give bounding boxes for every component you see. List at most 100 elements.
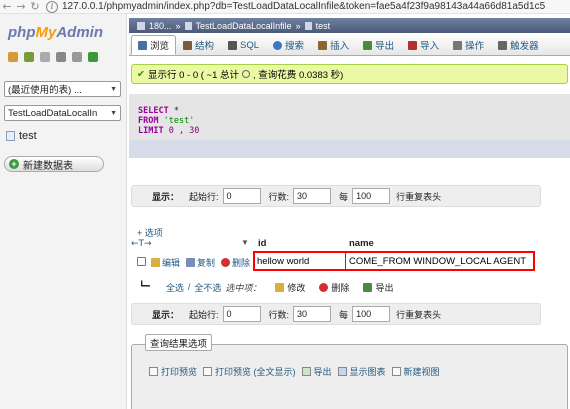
sql-icon xyxy=(228,40,238,50)
printer-icon xyxy=(149,367,158,376)
info-icon[interactable] xyxy=(242,70,251,78)
highlight-box xyxy=(253,251,535,271)
tab-triggers[interactable]: 触发器 xyxy=(491,35,546,55)
start-row-input[interactable]: 0 xyxy=(222,306,261,322)
column-header-id[interactable]: id xyxy=(258,238,266,249)
reload-nav-icon[interactable] xyxy=(88,52,98,62)
search-icon xyxy=(273,40,283,50)
uncheck-all-link[interactable]: 全不选 xyxy=(194,281,221,294)
chart-icon xyxy=(337,367,347,376)
tab-sql[interactable]: SQL xyxy=(221,35,266,55)
recent-tables-select[interactable]: (最近使用的表) ... ▼ xyxy=(4,81,121,97)
table-item-test[interactable]: test xyxy=(6,130,37,142)
chevron-down-icon: ▼ xyxy=(110,109,117,117)
column-header-name[interactable]: name xyxy=(349,238,374,249)
plus-icon: + xyxy=(9,159,19,169)
success-message: ✔ 显示行 0 - 0 ( ~1 总计 , 查询花费 0.0383 秒) xyxy=(131,64,568,84)
nav-options-top: 显示： 起始行: 0 行数: 30 每 100 行重复表头 xyxy=(131,185,541,207)
tab-operations[interactable]: 操作 xyxy=(446,35,491,55)
sql-actions-bar xyxy=(129,140,570,158)
database-icon xyxy=(184,21,192,30)
forward-icon[interactable]: → xyxy=(14,0,28,13)
start-row-input[interactable]: 0 xyxy=(222,188,261,204)
main-panel: 180... » TestLoadDataLocalInfile » test … xyxy=(129,14,570,409)
create-view-link[interactable]: 新建视图 xyxy=(391,365,440,378)
options-link[interactable]: + 选项 xyxy=(137,226,163,239)
delete-selected-button[interactable]: 删除 xyxy=(319,281,349,294)
gear-icon[interactable] xyxy=(72,52,82,62)
rows-count-input[interactable]: 30 xyxy=(293,306,332,322)
home-icon[interactable] xyxy=(8,52,18,62)
tab-export[interactable]: 导出 xyxy=(356,35,401,55)
tab-insert[interactable]: 插入 xyxy=(311,35,356,55)
printer-icon xyxy=(203,367,213,376)
repeat-headers-input[interactable]: 100 xyxy=(352,306,391,322)
copy-row-button[interactable]: 复制 xyxy=(186,256,215,269)
highlight-divider xyxy=(345,253,346,269)
delete-icon xyxy=(319,282,329,292)
pencil-icon xyxy=(151,258,160,267)
print-preview-full-link[interactable]: 打印预览 (全文显示) xyxy=(203,365,296,378)
repeat-headers-input[interactable]: 100 xyxy=(352,188,391,204)
import-icon xyxy=(408,40,418,50)
back-icon[interactable]: ← xyxy=(0,0,14,13)
breadcrumb-table[interactable]: test xyxy=(316,21,331,31)
edit-row-button[interactable]: 编辑 xyxy=(151,256,180,269)
display-chart-link[interactable]: 显示图表 xyxy=(337,365,386,378)
quick-icons xyxy=(8,52,98,62)
rows-count-input[interactable]: 30 xyxy=(293,188,332,204)
nav-options-bottom: 显示： 起始行: 0 行数: 30 每 100 行重复表头 xyxy=(131,303,541,325)
view-icon xyxy=(391,367,401,376)
pencil-icon xyxy=(275,282,285,292)
export-icon xyxy=(363,282,373,292)
breadcrumb: 180... » TestLoadDataLocalInfile » test xyxy=(129,18,570,33)
modify-selected-button[interactable]: 修改 xyxy=(275,281,305,294)
wrench-icon xyxy=(453,40,463,50)
tab-bar: 浏览 结构 SQL 搜索 插入 导出 导入 操作 触发器 xyxy=(129,34,570,56)
chevron-down-icon: ▼ xyxy=(110,85,117,93)
server-icon xyxy=(137,21,145,30)
table-icon xyxy=(6,131,15,141)
docs-icon[interactable] xyxy=(24,52,34,62)
browse-icon xyxy=(138,40,147,50)
tab-structure[interactable]: 结构 xyxy=(176,35,221,55)
navigation-panel: phpMyAdmin (最近使用的表) ... ▼ TestLoadDataLoc… xyxy=(0,14,127,409)
reload-icon[interactable]: ↻ xyxy=(28,0,42,13)
insert-icon xyxy=(318,40,328,50)
export-link[interactable]: 导出 xyxy=(301,365,332,378)
copy-icon xyxy=(186,258,195,267)
arrow-ltr-icon: ┗━ xyxy=(139,282,150,292)
database-select[interactable]: TestLoadDataLocalIn ▼ xyxy=(4,105,121,121)
sort-dropdown-icon[interactable]: ▼ xyxy=(241,238,249,247)
phpmyadmin-logo[interactable]: phpMyAdmin xyxy=(8,24,103,41)
settings-icon[interactable] xyxy=(56,52,66,62)
query-results-legend: 查询结果选项 xyxy=(145,334,213,351)
tab-search[interactable]: 搜索 xyxy=(266,35,311,55)
export-icon xyxy=(363,40,373,50)
check-icon: ✔ xyxy=(137,68,145,80)
row-checkbox[interactable] xyxy=(137,257,146,266)
browser-toolbar: ← → ↻ i 127.0.0.1/phpmyadmin/index.php?d… xyxy=(0,0,570,14)
table-header: id name xyxy=(254,236,544,250)
column-resize-arrows[interactable]: ←T→ xyxy=(131,239,152,249)
export-icon xyxy=(301,367,311,376)
info-icon[interactable]: i xyxy=(46,0,58,13)
breadcrumb-server[interactable]: 180... xyxy=(149,21,172,31)
with-selected-bar: ┗━ 全选 / 全不选 选中项： 修改 删除 导出 xyxy=(139,281,394,294)
query-results-links: 打印预览 打印预览 (全文显示) 导出 显示图表 新建视图 xyxy=(149,365,440,378)
delete-row-button[interactable]: 删除 xyxy=(221,256,250,269)
delete-icon xyxy=(221,258,230,267)
address-bar[interactable]: 127.0.0.1/phpmyadmin/index.php?db=TestLo… xyxy=(62,1,545,12)
export-selected-button[interactable]: 导出 xyxy=(363,281,393,294)
trigger-icon xyxy=(498,40,508,50)
check-all-link[interactable]: 全选 xyxy=(166,281,184,294)
table-icon xyxy=(304,21,312,30)
sql-query-box: SELECT * FROM 'test' LIMIT 0 , 30 xyxy=(129,94,570,140)
help-icon[interactable] xyxy=(40,52,50,62)
tab-browse[interactable]: 浏览 xyxy=(131,35,177,55)
print-preview-link[interactable]: 打印预览 xyxy=(149,365,197,378)
structure-icon xyxy=(183,40,193,50)
tab-import[interactable]: 导入 xyxy=(401,35,446,55)
new-table-button[interactable]: + 新建数据表 xyxy=(4,156,104,172)
breadcrumb-database[interactable]: TestLoadDataLocalInfile xyxy=(196,21,292,31)
